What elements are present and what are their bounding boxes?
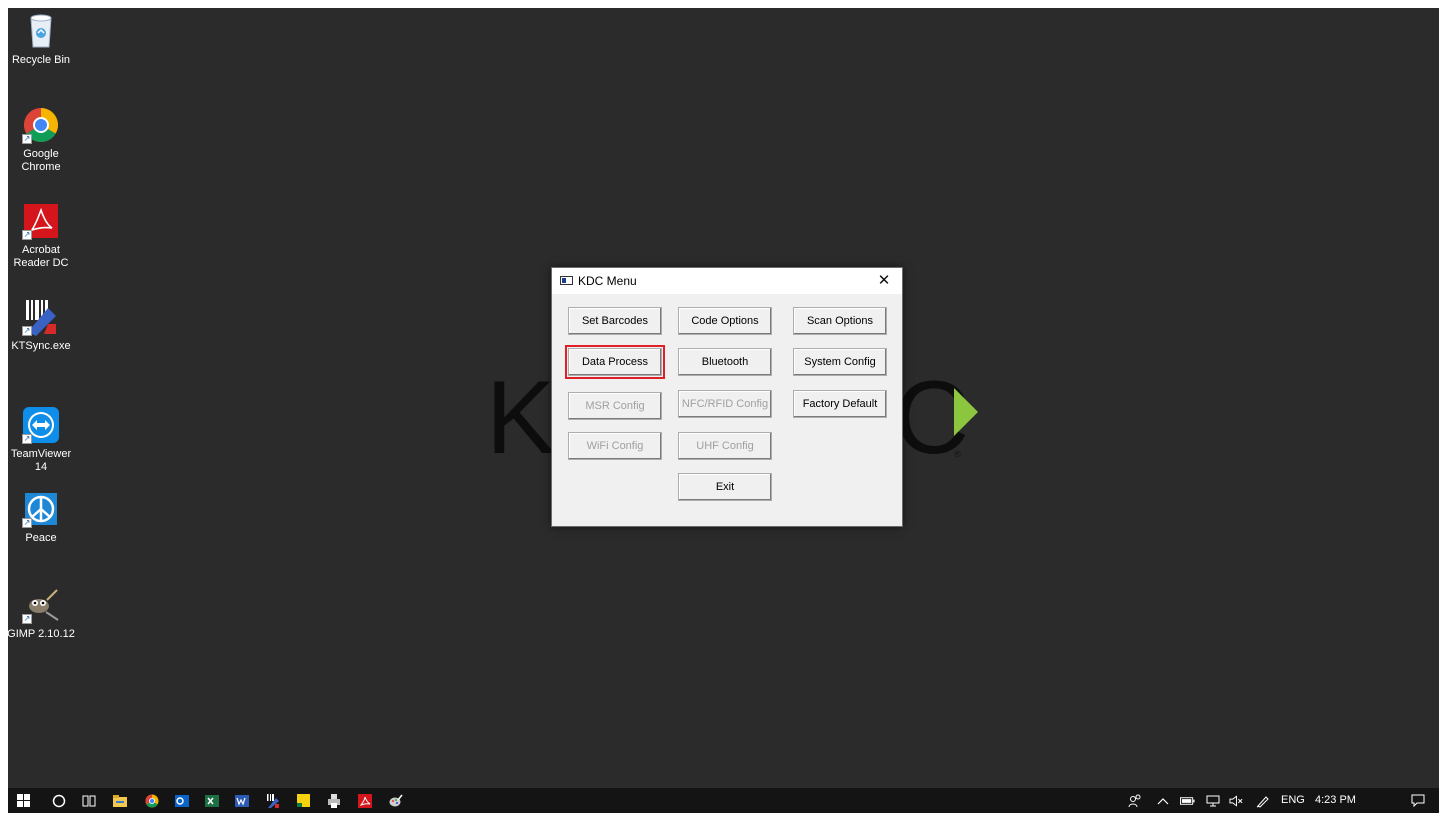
excel-icon[interactable] [204, 793, 219, 808]
system-config-button[interactable]: System Config [793, 348, 887, 376]
shortcut-arrow-icon: ↗ [22, 614, 32, 624]
msr-config-button: MSR Config [568, 392, 662, 420]
scan-options-button[interactable]: Scan Options [793, 307, 887, 335]
teamviewer-icon: ↗ [22, 406, 60, 444]
pen-icon[interactable] [1255, 793, 1270, 808]
recycle-bin-icon [22, 12, 60, 50]
desktop-icon-label: KTSync.exe [11, 340, 71, 352]
desktop: K C ® Recycle Bin ↗ Google Chrome ↗ Acro… [8, 8, 1439, 788]
acrobat-icon: ↗ [22, 202, 60, 240]
wallpaper-registered-mark: ® [954, 449, 961, 459]
bluetooth-button[interactable]: Bluetooth [678, 348, 772, 376]
desktop-icon-gimp[interactable]: ↗ GIMP 2.10.12 [8, 586, 76, 641]
clock-time[interactable]: 4:23 PM [1315, 788, 1356, 813]
uhf-config-button: UHF Config [678, 432, 772, 460]
paint-icon[interactable] [388, 793, 403, 808]
shortcut-arrow-icon: ↗ [22, 134, 32, 144]
set-barcodes-button[interactable]: Set Barcodes [568, 307, 662, 335]
ktsync-icon[interactable] [265, 793, 280, 808]
kdc-menu-dialog: KDC Menu ✕ Set Barcodes Code Options Sca… [551, 267, 903, 527]
taskbar: ENG 4:23 PM [8, 788, 1439, 813]
desktop-icon-ktsync[interactable]: ↗ KTSync.exe [8, 298, 76, 353]
desktop-icon-label: TeamViewer 14 [10, 448, 72, 473]
shortcut-arrow-icon: ↗ [22, 434, 32, 444]
exit-button[interactable]: Exit [678, 473, 772, 501]
outlook-icon[interactable] [174, 793, 189, 808]
search-circle-icon[interactable] [51, 793, 66, 808]
acrobat-icon[interactable] [357, 793, 372, 808]
people-icon[interactable] [1127, 793, 1142, 808]
shortcut-arrow-icon: ↗ [22, 518, 32, 528]
battery-icon[interactable] [1180, 793, 1195, 808]
app-window-icon [560, 276, 573, 285]
notifications-icon[interactable] [1410, 793, 1425, 808]
ktsync-icon: ↗ [22, 298, 60, 336]
dialog-titlebar[interactable]: KDC Menu ✕ [552, 268, 902, 294]
volume-muted-icon[interactable] [1229, 793, 1244, 808]
gimp-icon: ↗ [22, 586, 60, 624]
desktop-icon-label: Acrobat Reader DC [13, 244, 69, 269]
task-view-icon[interactable] [81, 793, 96, 808]
desktop-icon-recycle-bin[interactable]: Recycle Bin [8, 12, 76, 67]
desktop-icon-label: Recycle Bin [11, 54, 71, 66]
close-icon[interactable]: ✕ [872, 271, 896, 291]
sticky-notes-icon[interactable] [296, 793, 311, 808]
code-options-button[interactable]: Code Options [678, 307, 772, 335]
chrome-icon[interactable] [144, 793, 159, 808]
word-icon[interactable] [234, 793, 249, 808]
desktop-icon-google-chrome[interactable]: ↗ Google Chrome [8, 106, 76, 174]
shortcut-arrow-icon: ↗ [22, 326, 32, 336]
network-icon[interactable] [1205, 793, 1220, 808]
file-explorer-icon[interactable] [112, 793, 127, 808]
chrome-icon: ↗ [22, 106, 60, 144]
wallpaper-logo-left: K [486, 360, 558, 476]
wallpaper-arrow-icon [954, 388, 978, 436]
desktop-icon-acrobat-reader[interactable]: ↗ Acrobat Reader DC [8, 202, 76, 270]
desktop-icon-label: Peace [25, 532, 57, 544]
factory-default-button[interactable]: Factory Default [793, 390, 887, 418]
wifi-config-button: WiFi Config [568, 432, 662, 460]
desktop-icon-peace[interactable]: ↗ Peace [8, 490, 76, 545]
dialog-title: KDC Menu [578, 274, 637, 288]
windows-start-icon[interactable] [16, 793, 31, 808]
desktop-icon-teamviewer[interactable]: ↗ TeamViewer 14 [8, 406, 76, 474]
language-indicator[interactable]: ENG [1281, 788, 1305, 813]
desktop-icon-label: GIMP 2.10.12 [8, 628, 75, 640]
printer-icon[interactable] [326, 793, 341, 808]
data-process-button[interactable]: Data Process [565, 345, 665, 379]
shortcut-arrow-icon: ↗ [22, 230, 32, 240]
peace-icon: ↗ [22, 490, 60, 528]
chevron-up-icon[interactable] [1155, 793, 1170, 808]
nfc-rfid-config-button: NFC/RFID Config [678, 390, 772, 418]
desktop-icon-label: Google Chrome [21, 148, 61, 173]
